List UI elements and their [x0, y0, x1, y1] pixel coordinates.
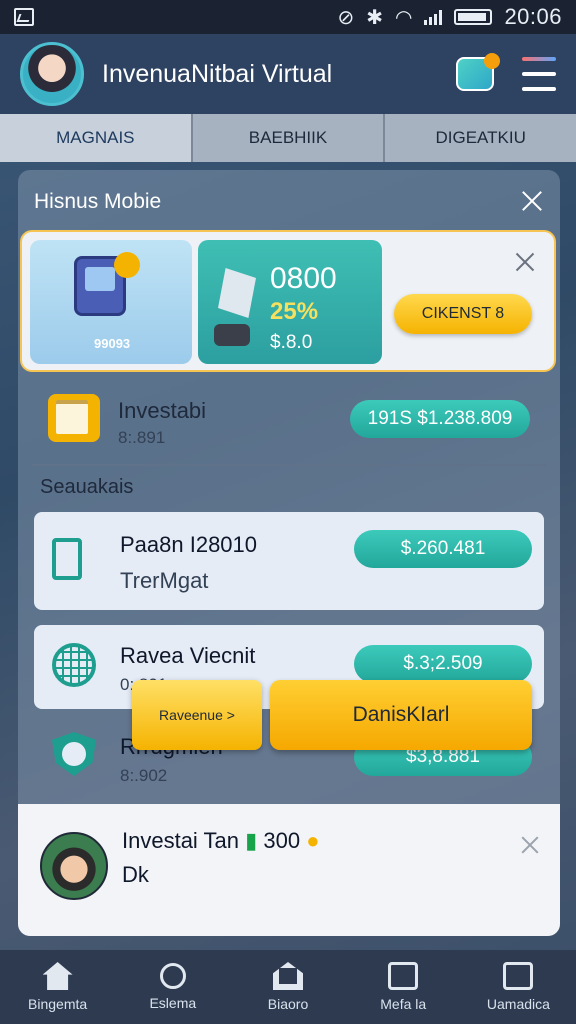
promo-tile-cart[interactable]: 99093 [30, 240, 192, 364]
nav-label: Uamadica [486, 996, 550, 1012]
bottom-card-close-icon[interactable] [520, 834, 540, 854]
investment-amount-button[interactable]: 191S $1.238.809 [350, 400, 530, 438]
status-bar: ⊘ ✱ ◠ 20:06 [0, 0, 576, 34]
section-title: Seauakais [40, 476, 134, 498]
app-header: InvenuaNitbai Virtual [0, 34, 576, 114]
item-sub: TrerMgat [120, 568, 209, 593]
promo-sub-amount: $.8.0 [270, 332, 313, 353]
modal-panel: Hisnus Mobie 99093 0800 25% $.8.0 CIKENS… [18, 170, 560, 936]
list-item[interactable]: Paa8n I28010 TrerMgat $.260.481 [34, 512, 544, 610]
nav-label: Biaoro [267, 996, 309, 1012]
tab-baebhiik[interactable]: BAEBHIIK [193, 114, 386, 162]
nav-label: Mefa la [380, 996, 427, 1012]
status-time: 20:06 [504, 4, 562, 29]
nav-item-tasks[interactable]: Mefa la [346, 950, 461, 1024]
character-avatar [40, 832, 108, 900]
wifi-icon: ◠ [394, 6, 413, 29]
notification-icon[interactable] [456, 53, 500, 91]
promo-percent: 25% [270, 298, 319, 325]
profile-avatar[interactable] [20, 42, 84, 106]
promo-banner: 99093 0800 25% $.8.0 CIKENST 8 [20, 230, 556, 372]
item-title: Ravea Viecnit [120, 643, 256, 668]
bottom-nav: Bingemta Eslema Biaoro Mefa la Uamadica [0, 950, 576, 1024]
promo-cta-button[interactable]: CIKENST 8 [394, 294, 532, 334]
promo-tile-label: 99093 [94, 336, 131, 351]
cart-wheel-icon [214, 324, 250, 346]
check-box-icon [388, 962, 419, 990]
promo-big-number: 0800 [270, 262, 337, 295]
nav-item-building[interactable]: Biaoro [230, 950, 345, 1024]
close-icon[interactable] [520, 188, 544, 212]
building-icon [273, 962, 303, 990]
investment-sub: 8:.891 [118, 428, 166, 447]
tab-bar: MAGNAIS BAEBHIIK DIGEATKIU [0, 114, 576, 162]
search-icon [159, 963, 186, 989]
primary-action-button[interactable]: DanisKIarl [270, 680, 532, 750]
home-icon [42, 962, 73, 990]
document-icon [48, 394, 100, 442]
clipboard-leaf-icon [52, 538, 82, 580]
battery-icon [454, 9, 493, 25]
gallery-icon [14, 8, 34, 26]
nav-label: Eslema [149, 995, 197, 1011]
item-amount-button[interactable]: $.3;2.509 [354, 645, 532, 683]
globe-grid-icon [52, 643, 96, 687]
menu-icon[interactable] [522, 57, 556, 91]
bottom-promo-card: Investai Tan ▮ 300 ● Dk [18, 804, 560, 936]
nav-label: Bingemta [28, 996, 88, 1012]
bag-icon [218, 268, 256, 318]
promo-tile-offer[interactable]: 0800 25% $.8.0 [198, 240, 382, 364]
item-amount-button[interactable]: $.260.481 [354, 530, 532, 568]
modal-title: Hisnus Mobie [34, 190, 162, 213]
app-title: InvenuaNitbai Virtual [102, 59, 333, 88]
divider [32, 464, 546, 466]
shield-person-icon [52, 732, 96, 776]
bottom-card-title: Investai Tan ▮ 300 ● [122, 828, 320, 853]
nav-item-search[interactable]: Eslema [115, 950, 230, 1024]
inbox-icon [503, 962, 534, 990]
nav-item-inbox[interactable]: Uamadica [461, 950, 576, 1024]
signal-icon [424, 9, 443, 25]
tab-magnais[interactable]: MAGNAIS [0, 114, 193, 162]
mute-icon: ⊘ [337, 6, 355, 29]
revenue-button[interactable]: Raveenue > [132, 680, 262, 750]
bluetooth-icon: ✱ [366, 6, 383, 29]
coin-icon [114, 252, 140, 278]
tab-digeatkiu[interactable]: DIGEATKIU [385, 114, 576, 162]
investment-title: Investabi [118, 398, 207, 423]
bottom-card-subtitle: Dk [122, 862, 149, 887]
promo-close-icon[interactable] [514, 250, 536, 272]
item-title: Paa8n I28010 [120, 532, 258, 557]
investment-row[interactable]: Investabi 8:.891 191S $1.238.809 [18, 380, 560, 464]
nav-item-home[interactable]: Bingemta [0, 950, 115, 1024]
item-sub: 8:.902 [120, 766, 168, 785]
